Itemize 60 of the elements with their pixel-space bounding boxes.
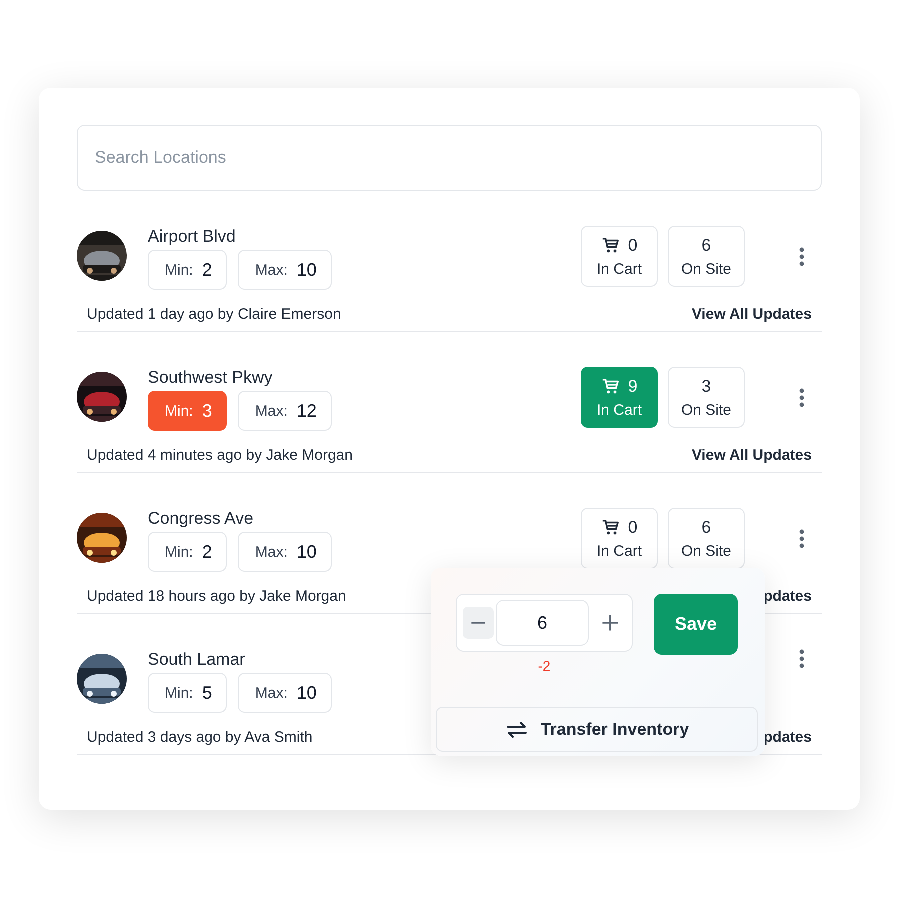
transfer-inventory-button[interactable]: Transfer Inventory: [436, 707, 758, 752]
max-value: 10: [296, 682, 317, 704]
view-updates-link[interactable]: View All Updates: [692, 306, 812, 323]
location-name: Airport Blvd: [148, 227, 236, 247]
minus-icon[interactable]: [463, 607, 494, 639]
cart-icon: [601, 236, 620, 255]
max-value: 10: [296, 542, 317, 562]
update-info: Updated 4 minutes ago by Jake Morgan: [87, 447, 353, 464]
update-info: Updated 1 day ago by Claire Emerson: [87, 306, 342, 323]
cart-icon: [601, 377, 620, 396]
on-site-button[interactable]: 6 On Site: [668, 508, 745, 569]
more-options-icon[interactable]: [799, 649, 805, 669]
cart-icon: [601, 518, 620, 537]
in-cart-label: In Cart: [596, 402, 642, 418]
more-options-icon[interactable]: [799, 388, 805, 408]
view-updates-link[interactable]: pdates: [764, 588, 812, 605]
on-site-count: 6: [702, 518, 712, 538]
min-value: 3: [202, 400, 212, 422]
more-options-icon[interactable]: [799, 246, 805, 266]
min-label: Min:: [165, 262, 194, 278]
on-site-button[interactable]: 3 On Site: [668, 367, 745, 428]
in-cart-button[interactable]: 9 In Cart: [581, 367, 658, 428]
update-info: Updated 3 days ago by Ava Smith: [87, 729, 313, 746]
save-button[interactable]: Save: [654, 594, 738, 655]
location-name: Congress Ave: [148, 509, 254, 529]
max-label: Max:: [255, 262, 288, 278]
more-options-icon[interactable]: [799, 528, 805, 548]
max-value: 10: [296, 260, 317, 280]
quantity-stepper[interactable]: 6: [456, 594, 633, 652]
max-value: 12: [296, 400, 317, 422]
min-value: 2: [202, 542, 212, 562]
in-cart-count: 9: [628, 376, 638, 396]
min-label: Min:: [165, 544, 194, 560]
max-label: Max:: [255, 402, 288, 420]
in-cart-label: In Cart: [596, 260, 642, 278]
location-name: Southwest Pkwy: [148, 368, 273, 388]
in-cart-count: 0: [628, 236, 638, 256]
min-value: 2: [202, 260, 212, 280]
view-updates-link[interactable]: View All Updates: [692, 447, 812, 464]
on-site-button[interactable]: 6 On Site: [668, 226, 745, 287]
max-label: Max:: [255, 684, 288, 702]
in-cart-button[interactable]: 0 In Cart: [581, 226, 658, 287]
on-site-label: On Site: [681, 542, 732, 560]
update-info: Updated 18 hours ago by Jake Morgan: [87, 588, 346, 605]
min-value: 5: [202, 682, 212, 704]
on-site-label: On Site: [681, 402, 732, 418]
quantity-change: -2: [538, 658, 551, 674]
on-site-label: On Site: [681, 260, 732, 278]
min-label: Min:: [165, 684, 194, 702]
location-name: South Lamar: [148, 650, 246, 670]
min-label: Min:: [165, 402, 194, 420]
on-site-count: 3: [702, 376, 712, 396]
max-label: Max:: [255, 544, 288, 560]
in-cart-button[interactable]: 0 In Cart: [581, 508, 658, 569]
in-cart-label: In Cart: [596, 542, 642, 560]
in-cart-count: 0: [628, 518, 638, 538]
quantity-field[interactable]: 6: [496, 600, 590, 646]
search-field[interactable]: Search Locations: [77, 125, 822, 191]
on-site-count: 6: [702, 236, 712, 256]
view-updates-link[interactable]: pdates: [764, 729, 812, 746]
